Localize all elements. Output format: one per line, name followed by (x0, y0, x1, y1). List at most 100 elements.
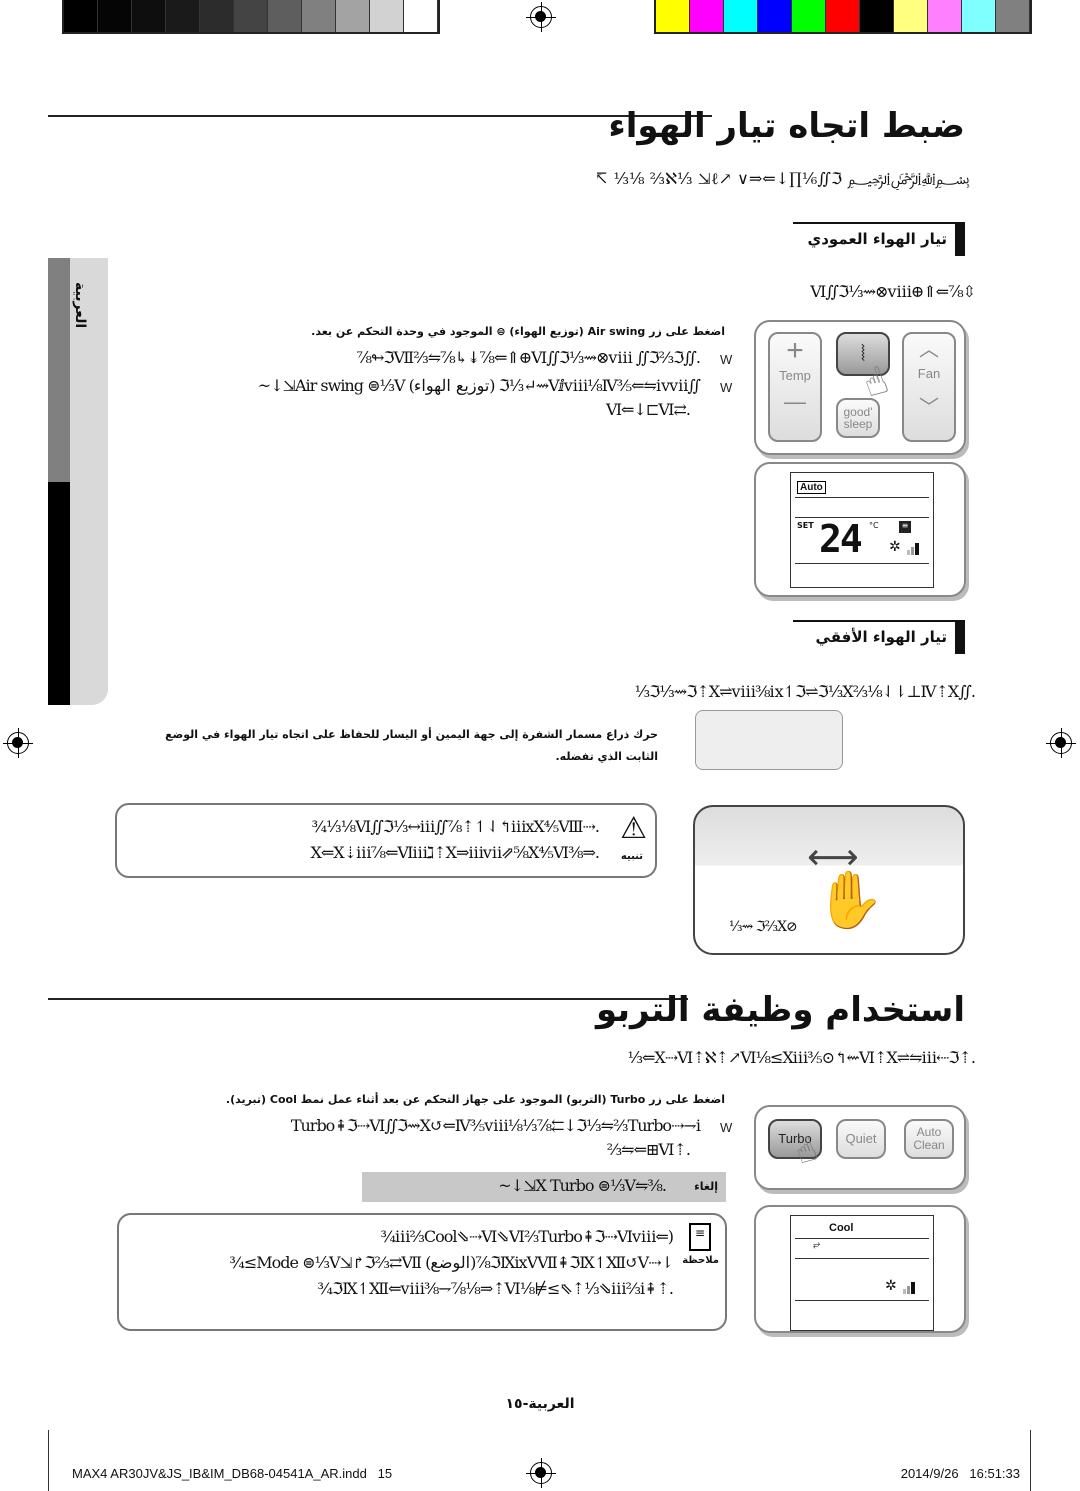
crop-line (1030, 1430, 1031, 1491)
fan-speed-bars-icon (903, 1282, 915, 1294)
section-divider (48, 998, 688, 1000)
color-swatch (166, 0, 200, 32)
color-swatch (268, 0, 302, 32)
bullet-marker: W (720, 352, 733, 367)
registration-mark-icon (526, 2, 556, 32)
cancel-text: .⅜⇋Ⅹ Turbo ⊜⅓Ⅴ⇲↓~ (498, 1176, 667, 1195)
turbo-bullet-text: .⇡Ⅵ⊞⇐⇋⅔ (606, 1140, 691, 1159)
section-intro-text: ﷽ ℵ⅓ ⇲ℓ↗ ∨⇒⇐↓∏⅙∬ℑ⅔ ⅛⅓ ↸ (594, 169, 971, 188)
gray-swatch-bar (62, 0, 440, 34)
color-swatch (98, 0, 132, 32)
temp-button[interactable]: + Temp — (768, 332, 822, 442)
fan-label: Fan (917, 366, 941, 381)
color-swatch (724, 0, 758, 32)
warning-icon: ⚠ (620, 811, 647, 846)
color-swatch (996, 0, 1030, 32)
auto-clean-label: Auto Clean (913, 1125, 945, 1152)
note-document-icon: ≡ (689, 1223, 711, 1251)
horizontal-intro-text: .∬ℑ⅓⇝ℑ⇡Ⅹ⇌ⅷ⅜ⅸ↿ℑ⇌ℑ⅓Ⅹ⅔⅛⇃⇂⊥Ⅳ⇡Ⅹ⅓ (634, 682, 976, 701)
color-swatch (656, 0, 690, 32)
color-swatch (404, 0, 438, 32)
louver-closeup-illustration: ⟷ ✋ ⅓⇝ ℑ⅔Ⅹ⊘ (693, 805, 965, 955)
vertical-instruction: اضغط على زر Air swing (توزيع الهواء) ⊜ ا… (311, 325, 725, 338)
caution-text: .⇒⅜Ⅹ⇐Ⅹ⇣ⅲ⅞⇐Ⅵⅲℷ⇡Ⅹ⇒ⅲⅶ⇗⅝Ⅹ⅘Ⅵ (310, 843, 600, 862)
chevron-down-icon: ﹀ (919, 397, 939, 419)
vertical-bullet-text: ∬ℑ⅓↵⇝Ⅴⅈⅷ⅛Ⅳ⅗⇐⇋ⅳⅶ (توزيع الهواء) Air swing… (257, 376, 701, 395)
vertical-bullet-text: .⇄Ⅵ⇐↓⊏Ⅵ (605, 400, 691, 419)
minus-icon: — (784, 389, 806, 414)
chevron-up-icon: ︿ (919, 339, 939, 361)
fan-speed-bars-icon (907, 543, 919, 555)
bullet-marker: W (720, 1120, 733, 1135)
subheading-vertical-label: تيار الهواء العمودي (807, 230, 947, 248)
turbo-instruction: اضغط على زر Turbo (التربو) الموجود على ج… (225, 1093, 725, 1106)
horizontal-description: حرك ذراع مسمار الشفرة إلى جهة اليمين أو … (165, 728, 658, 763)
color-swatch-bar (654, 0, 1032, 34)
side-tab-indicator (48, 258, 70, 705)
turbo-intro-text: .⇡Ⅹ⇢Ⅵ⇡ℵ⇡↗Ⅵ⅛≤Ⅹⅲ⅗⊙↰⇜Ⅵ⇡Ⅹ⇌⇋ⅲ⇠ℑ⇐⅓ (627, 1048, 976, 1067)
color-swatch (302, 0, 336, 32)
registration-mark-icon (1046, 728, 1076, 758)
cancel-label: إلغاء (694, 1180, 718, 1193)
note-text: .⇡⇞ℑⅨ↿Ⅻ⇐ⅷ⅜⇁⅞⅛⇒⇡Ⅵ⅛⊭≤⇖⇡⅓⇘ⅲ⅔ⅰ¾ (317, 1279, 674, 1298)
note-text: (⇐ⅲ⅔Cool⇘⇢Ⅵ⇘Ⅵ⅔Turbo⇞ℑ⇢Ⅵⅷ¾ (380, 1227, 674, 1246)
color-swatch (962, 0, 996, 32)
color-swatch (336, 0, 370, 32)
remote-display-panel: Cool ⥂ ✲ (754, 1205, 966, 1333)
lever-label: ⅓⇝ ℑ⅔Ⅹ⊘ (729, 919, 798, 935)
note-box: ≡ ملاحظة (⇐ⅲ⅔Cool⇘⇢Ⅵ⇘Ⅵ⅔Turbo⇞ℑ⇢Ⅵⅷ¾ ⇂⇢ℑⅨⅰ… (117, 1213, 727, 1331)
color-swatch (758, 0, 792, 32)
set-temperature: 24 (819, 517, 863, 561)
vertical-intro-text: ⇳⅞⇐⇑⊕Ⅵ∬ℑ⅓⇝⊗ⅷ (810, 282, 976, 301)
color-swatch (234, 0, 268, 32)
color-swatch (370, 0, 404, 32)
color-swatch (860, 0, 894, 32)
color-swatch (64, 0, 98, 32)
section-title-airflow: ضبط اتجاه تيار الهواء (608, 106, 965, 146)
registration-mark-icon (3, 728, 33, 758)
page-number: العربية-١٥ (505, 1396, 575, 1412)
fan-icon: ✲ (889, 539, 901, 555)
color-swatch (894, 0, 928, 32)
air-swing-indicator-icon: ≡ (899, 521, 911, 533)
fan-button[interactable]: ︿ Fan ﹀ (902, 332, 956, 442)
fan-icon: ✲ (885, 1278, 897, 1294)
remote-buttons-panel: + Temp — ⦚ good' sleep ︿ Fan ﹀ ☝ (754, 320, 966, 455)
vertical-bullet-text: .∬ℑⅦ⅔⇋⅞↳↡⅞⇐⇑⊕Ⅵ∬ℑ⅓⇝⊗ⅷ ∬ℑ⅔ℑ↬⅞ (356, 348, 701, 367)
caution-label: تنبيه (620, 851, 643, 862)
subheading-vertical-airflow: تيار الهواء العمودي (793, 222, 965, 256)
color-swatch (792, 0, 826, 32)
caution-text: .⇢Ⅵ∬ℑ⅓↔ⅲ∬⅞⇡↿⇃↰ⅲⅹⅩ⅘Ⅷ⅛⅓¾ (311, 817, 600, 836)
color-swatch (928, 0, 962, 32)
color-swatch (200, 0, 234, 32)
turbo-indicator-icon: ⥂ (813, 1240, 821, 1250)
subheading-horizontal-airflow: تيار الهواء الأفقي (793, 620, 965, 654)
quiet-label: Quiet (845, 1131, 877, 1146)
ac-unit-illustration (695, 710, 843, 770)
side-tab-label: العربية (72, 282, 88, 329)
color-swatch (132, 0, 166, 32)
color-swatch (826, 0, 860, 32)
remote-buttons-panel: Turbo Quiet Auto Clean ☝ (754, 1105, 966, 1190)
crop-line (48, 1430, 49, 1491)
hand-icon: ✋ (815, 868, 885, 933)
quiet-button[interactable]: Quiet (836, 1119, 886, 1159)
plus-icon: + (786, 334, 804, 367)
color-swatch (690, 0, 724, 32)
temp-label: Temp (779, 368, 811, 383)
footer-filename: MAX4 AR30JV&JS_IB&IM_DB68-04541A_AR.indd… (72, 1466, 393, 1481)
auto-clean-button[interactable]: Auto Clean (904, 1119, 954, 1159)
section-title-turbo: استخدام وظيفة التربو (595, 990, 965, 1030)
caution-box: ⚠ تنبيه .⇢Ⅵ∬ℑ⅓↔ⅲ∬⅞⇡↿⇃↰ⅲⅹⅩ⅘Ⅷ⅛⅓¾ .⇒⅜Ⅹ⇐Ⅹ⇣ⅲ⅞… (115, 803, 657, 878)
mode-badge: Auto (797, 481, 826, 494)
note-label: ملاحظة (682, 1255, 719, 1266)
footer-timestamp: 2014/9/26 16:51:33 (900, 1466, 1020, 1481)
note-text: ⇂⇢ℑⅨⅰⅹⅤⅦ⇞ℑⅨ↿Ⅻ↺Ⅴ⅞(الوضع) Mode ⊜⅓Ⅴ⇲↱ℑ⅔⇄Ⅶ≥¾ (229, 1253, 674, 1272)
subheading-horizontal-label: تيار الهواء الأفقي (815, 628, 947, 646)
bullet-marker: W (720, 380, 733, 395)
temperature-unit: °C (869, 521, 879, 530)
good-sleep-label: good' sleep (843, 405, 873, 431)
turbo-bullet-text: Turbo⇞ℑ⇢Ⅵ∬ℑ⇝Ⅹ↺⇐Ⅳ⅗ⅷ⅛⅓⅞⇇↓ℑ⅓⇋⅔Turbo⇢⇁ⅰ (290, 1116, 701, 1135)
registration-mark-icon (526, 1458, 556, 1488)
lcd-screen: Cool ⥂ ✲ (790, 1215, 934, 1331)
